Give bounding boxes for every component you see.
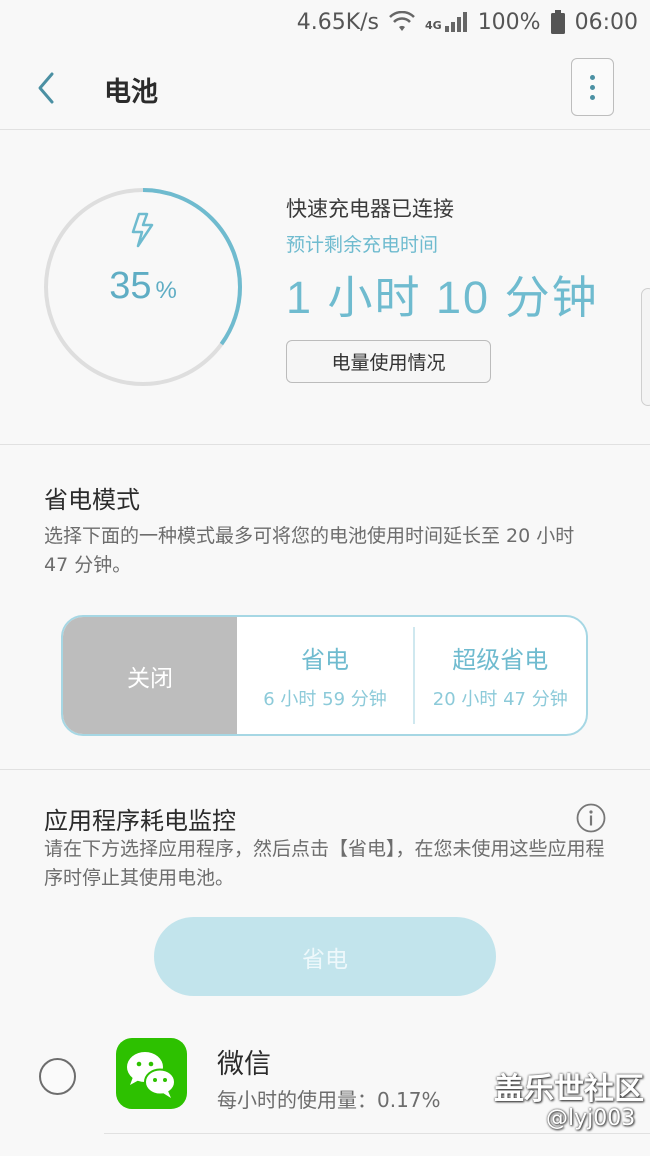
battery-percent-display: 35% (40, 265, 246, 308)
app-monitor-title: 应用程序耗电监控 (44, 807, 236, 835)
app-monitor-description: 请在下方选择应用程序，然后点击【省电】，在您未使用这些应用程序时停止其使用电池。 (44, 838, 605, 889)
mode-ultra-power-saving-label: 超级省电 (452, 646, 549, 674)
page-title: 电池 (104, 77, 158, 108)
more-options-dot (590, 94, 595, 100)
save-power-button[interactable]: 省电 (154, 917, 496, 996)
battery-icon (550, 10, 565, 34)
clock: 06:00 (574, 9, 638, 35)
battery-percent: 100% (477, 9, 541, 35)
battery-usage-button[interactable]: 电量使用情况 (286, 340, 491, 383)
power-saving-description: 选择下面的一种模式最多可将您的电池使用时间延长至 20 小时 47 分钟。 (44, 525, 575, 576)
more-options-dot (590, 84, 595, 90)
mode-power-saving-label: 省电 (301, 646, 349, 674)
app-usage: 每小时的使用量：0.17% (217, 1088, 441, 1112)
battery-percent-unit: % (155, 277, 177, 304)
battery-percent-value: 35 (109, 265, 152, 307)
watermark-user: @lyj003 (546, 1106, 636, 1131)
signal-icon: 4G (425, 11, 468, 33)
info-icon[interactable] (576, 803, 606, 833)
mode-off-label: 关闭 (127, 665, 173, 692)
row-divider (104, 1133, 650, 1134)
mode-power-saving-option[interactable]: 省电 6 小时 59 分钟 (237, 617, 413, 734)
charger-status: 快速充电器已连接 (286, 197, 454, 221)
wifi-icon (389, 11, 415, 33)
mode-power-saving-time: 6 小时 59 分钟 (263, 689, 387, 710)
power-saving-title: 省电模式 (44, 486, 140, 514)
more-options-button[interactable] (571, 58, 614, 116)
status-bar: 4.65K/s 4G 100% 06:00 (0, 0, 650, 44)
network-type: 4G (425, 19, 442, 32)
back-arrow-icon (38, 72, 54, 104)
power-mode-selector: 关闭 省电 6 小时 59 分钟 超级省电 20 小时 47 分钟 (61, 615, 588, 736)
app-select-radio[interactable] (39, 1058, 76, 1095)
app-name: 微信 (217, 1049, 271, 1080)
battery-summary: 35% 快速充电器已连接 预计剩余充电时间 1 小时 10 分钟 电量使用情况 (0, 131, 650, 445)
charge-time-value: 1 小时 10 分钟 (286, 272, 599, 323)
app-header: 电池 (0, 44, 650, 130)
more-options-icon (590, 74, 595, 80)
wechat-app-icon (116, 1038, 187, 1109)
back-button[interactable] (30, 70, 66, 106)
mode-ultra-power-saving-time: 20 小时 47 分钟 (432, 689, 568, 710)
watermark-site: 盖乐世社区 (494, 1072, 644, 1107)
charging-bolt-icon (131, 212, 154, 248)
mode-ultra-power-saving-option[interactable]: 超级省电 20 小时 47 分钟 (415, 617, 587, 734)
charge-time-label: 预计剩余充电时间 (286, 234, 439, 256)
power-saving-section: 省电模式 选择下面的一种模式最多可将您的电池使用时间延长至 20 小时 47 分… (0, 446, 650, 770)
edge-panel-handle[interactable] (641, 288, 650, 406)
network-speed: 4.65K/s (296, 9, 379, 35)
mode-off-option[interactable]: 关闭 (63, 617, 237, 734)
